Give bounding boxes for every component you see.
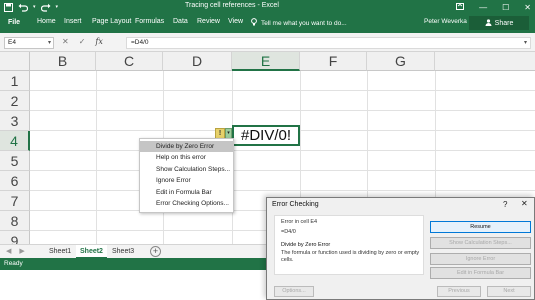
minimize-button[interactable]: — xyxy=(479,3,487,12)
next-button[interactable]: Next xyxy=(487,286,531,297)
window-controls: — ☐ ✕ xyxy=(456,0,531,14)
grid-line xyxy=(30,90,535,91)
edit-in-formula-bar-button[interactable]: Edit in Formula Bar xyxy=(430,267,531,279)
row-header-5[interactable]: 5 xyxy=(0,151,30,171)
error-type: Divide by Zero Error xyxy=(281,242,331,248)
tell-me-text: Tell me what you want to do... xyxy=(261,19,347,27)
formula-text: =D4/0 xyxy=(131,39,149,46)
menu-item-edit-formula-bar[interactable]: Edit in Formula Bar xyxy=(140,187,233,198)
sheet-tab-sheet2[interactable]: Sheet2 xyxy=(76,245,107,259)
row-header-8[interactable]: 8 xyxy=(0,211,30,231)
column-header-b[interactable]: B xyxy=(30,52,96,71)
tab-data[interactable]: Data xyxy=(173,18,188,25)
grid-line xyxy=(30,110,535,111)
column-header-f[interactable]: F xyxy=(300,52,367,71)
close-icon[interactable]: ✕ xyxy=(521,199,528,208)
save-icon[interactable] xyxy=(4,2,13,12)
help-icon[interactable]: ? xyxy=(503,200,507,209)
quick-access-toolbar: ▾ ▾ xyxy=(4,1,58,13)
grid-line xyxy=(30,150,535,151)
column-header-c[interactable]: C xyxy=(96,52,163,71)
options-button[interactable]: Options... xyxy=(274,286,314,297)
undo-arrow-icon[interactable] xyxy=(18,3,28,12)
menu-item-help[interactable]: Help on this error xyxy=(140,152,233,163)
tab-view[interactable]: View xyxy=(228,18,243,25)
cancel-icon[interactable]: ✕ xyxy=(62,37,69,46)
tab-home[interactable]: Home xyxy=(37,18,56,25)
customize-toolbar-icon[interactable]: ▾ xyxy=(56,4,59,10)
row-header-1[interactable]: 1 xyxy=(0,71,30,91)
column-header-d[interactable]: D xyxy=(163,52,232,71)
menu-item-ignore-error[interactable]: Ignore Error xyxy=(140,175,233,186)
menu-item-error-checking-options[interactable]: Error Checking Options... xyxy=(140,198,233,209)
select-all-corner[interactable] xyxy=(0,52,30,71)
row-header-7[interactable]: 7 xyxy=(0,191,30,211)
grid-line xyxy=(30,190,535,191)
name-box[interactable]: E4 ▾ xyxy=(4,37,54,49)
redo-arrow-icon[interactable] xyxy=(40,3,51,12)
tab-formulas[interactable]: Formulas xyxy=(135,18,164,25)
formula-bar: E4 ▾ ✕ ✓ fx =D4/0 ▾ xyxy=(0,33,535,52)
row-header-4[interactable]: 4 xyxy=(0,131,30,151)
row-header-2[interactable]: 2 xyxy=(0,91,30,111)
sheet-navigation: ◀ ▶ xyxy=(6,247,25,255)
formula-input[interactable]: =D4/0 ▾ xyxy=(126,37,531,49)
name-box-value: E4 xyxy=(8,39,16,46)
user-name[interactable]: Peter Weverka xyxy=(424,18,467,25)
resume-button[interactable]: Resume xyxy=(430,221,531,233)
show-calculation-steps-button[interactable]: Show Calculation Steps... xyxy=(430,237,531,249)
ribbon-tabs: File Home Insert Page Layout Formulas Da… xyxy=(0,14,535,33)
column-header-blank xyxy=(435,52,535,71)
tab-insert[interactable]: Insert xyxy=(64,18,82,25)
error-cell-label: Error in cell E4 xyxy=(281,219,318,225)
row-header-6[interactable]: 6 xyxy=(0,171,30,191)
error-description: The formula or function used is dividing… xyxy=(281,250,420,263)
error-info-panel: Error in cell E4 =D4/0 Divide by Zero Er… xyxy=(274,215,424,275)
active-cell-e4[interactable]: #DIV/0! xyxy=(232,125,300,146)
add-sheet-button[interactable]: + xyxy=(150,246,161,257)
column-header-e[interactable]: E xyxy=(232,52,300,71)
expand-formula-bar-icon[interactable]: ▾ xyxy=(524,39,527,46)
menu-item-show-calculation-steps[interactable]: Show Calculation Steps... xyxy=(140,164,233,175)
lightbulb-icon xyxy=(251,18,257,28)
error-options-menu: Divide by Zero Error Help on this error … xyxy=(139,138,234,213)
share-label: Share xyxy=(494,19,514,27)
status-text: Ready xyxy=(4,260,23,267)
row-header-3[interactable]: 3 xyxy=(0,111,30,131)
restore-button[interactable]: ☐ xyxy=(502,3,509,12)
menu-item-divide-by-zero[interactable]: Divide by Zero Error xyxy=(140,141,233,153)
chevron-right-icon[interactable]: ▶ xyxy=(19,247,24,255)
close-button[interactable]: ✕ xyxy=(524,3,531,12)
tab-page-layout[interactable]: Page Layout xyxy=(92,18,131,25)
grid-line xyxy=(96,71,97,244)
grid-line xyxy=(30,170,535,171)
ribbon-display-options-icon[interactable] xyxy=(456,2,465,12)
chevron-down-icon[interactable]: ▾ xyxy=(48,39,51,46)
enter-icon[interactable]: ✓ xyxy=(79,37,86,46)
error-formula: =D4/0 xyxy=(281,229,296,235)
error-checking-dialog: Error Checking ? ✕ Error in cell E4 =D4/… xyxy=(266,197,535,300)
person-icon xyxy=(485,18,492,28)
chevron-left-icon[interactable]: ◀ xyxy=(6,247,11,255)
share-button[interactable]: Share xyxy=(469,16,529,30)
sheet-tab-sheet1[interactable]: Sheet1 xyxy=(45,245,75,259)
column-header-g[interactable]: G xyxy=(367,52,435,71)
tell-me-box[interactable]: Tell me what you want to do... xyxy=(251,18,347,28)
window-title: Tracing cell references - Excel xyxy=(185,2,279,9)
undo-dropdown-icon[interactable]: ▾ xyxy=(33,4,36,10)
previous-button[interactable]: Previous xyxy=(437,286,481,297)
insert-function-icon[interactable]: fx xyxy=(95,37,102,46)
title-bar: ▾ ▾ Tracing cell references - Excel — ☐ … xyxy=(0,0,535,14)
formula-buttons: ✕ ✓ fx xyxy=(62,37,103,46)
tab-review[interactable]: Review xyxy=(197,18,220,25)
tab-file[interactable]: File xyxy=(0,14,28,33)
dialog-title: Error Checking xyxy=(272,201,319,208)
ignore-error-button[interactable]: Ignore Error xyxy=(430,253,531,265)
sheet-tab-sheet3[interactable]: Sheet3 xyxy=(108,245,138,259)
